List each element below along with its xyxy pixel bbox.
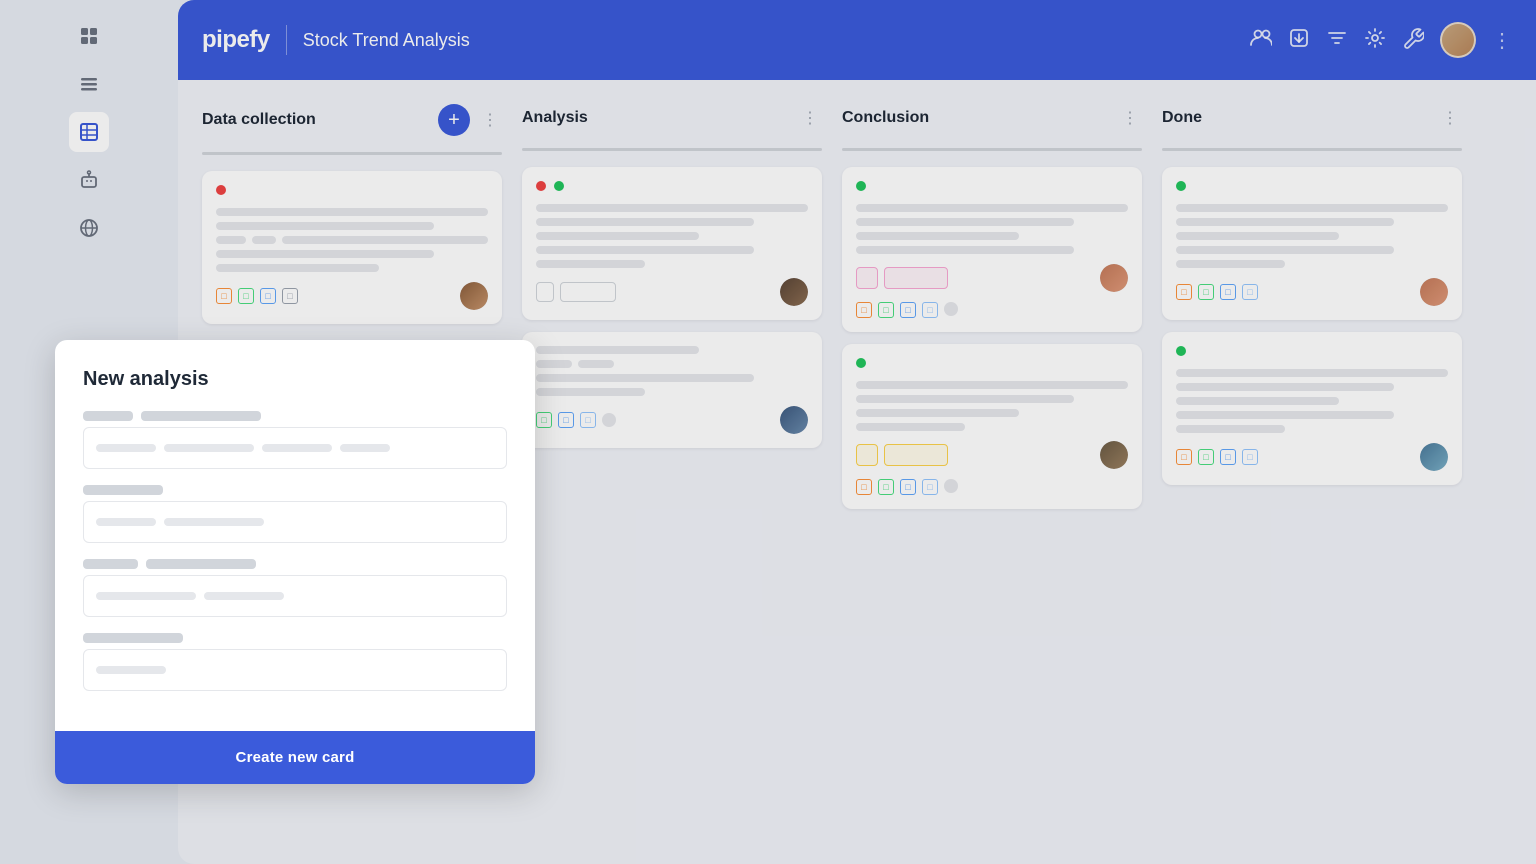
input-skel-1b [164,444,254,452]
input-skel-1d [340,444,390,452]
form-label-3a [83,559,138,569]
form-input-2-inner [96,518,264,526]
input-skel-2a [96,518,156,526]
form-input-1[interactable] [83,427,507,469]
input-skel-3a [96,592,196,600]
form-group-3 [83,559,507,617]
form-label-row-3 [83,559,507,569]
input-skel-1c [262,444,332,452]
input-skel-2b [164,518,264,526]
modal-footer: Create new card [55,731,535,784]
modal-title: New analysis [83,368,507,391]
form-label-row-4 [83,633,507,643]
new-analysis-modal: New analysis [55,340,535,784]
input-skel-4a [96,666,166,674]
form-group-4 [83,633,507,691]
form-label-row-2 [83,485,507,495]
form-label-2a [83,485,163,495]
form-input-3-inner [96,592,284,600]
form-group-1 [83,411,507,469]
form-input-2[interactable] [83,501,507,543]
form-input-3[interactable] [83,575,507,617]
form-input-4-inner [96,666,166,674]
form-label-row-1 [83,411,507,421]
form-group-2 [83,485,507,543]
form-label-1b [141,411,261,421]
form-label-4a [83,633,183,643]
form-label-1a [83,411,133,421]
form-input-1-inner [96,444,390,452]
form-label-3b [146,559,256,569]
create-new-card-button[interactable]: Create new card [236,749,355,766]
input-skel-1a [96,444,156,452]
form-input-4[interactable] [83,649,507,691]
modal-body: New analysis [55,340,535,731]
input-skel-3b [204,592,284,600]
